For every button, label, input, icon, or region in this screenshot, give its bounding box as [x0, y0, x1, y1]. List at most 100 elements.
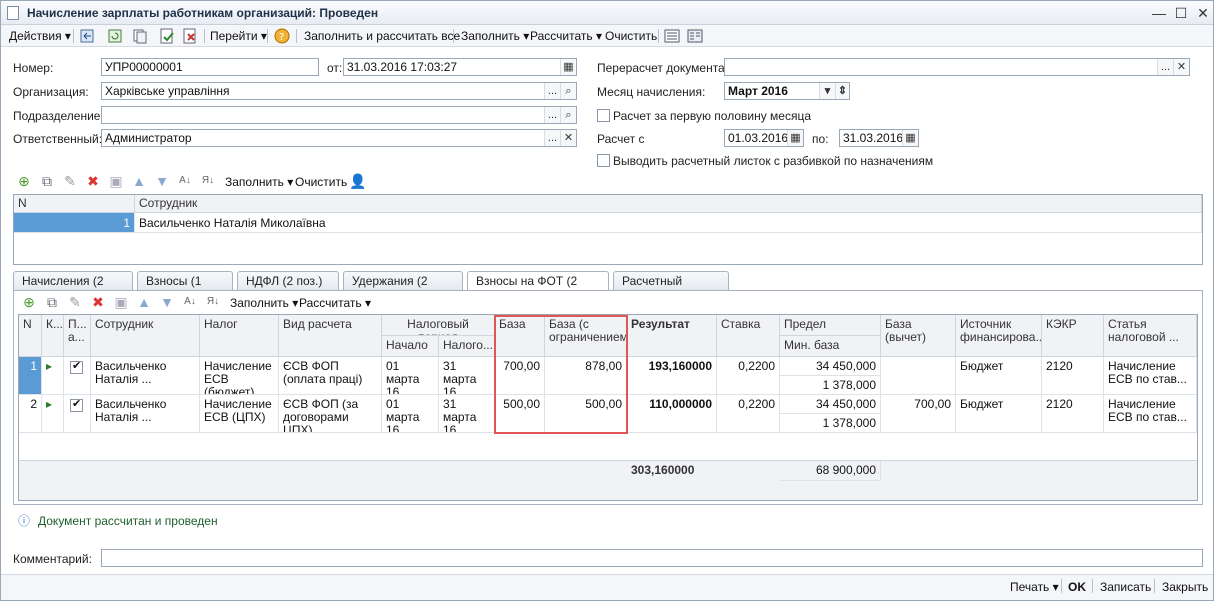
- organization-field[interactable]: Харківське управління... ⌕: [101, 82, 577, 100]
- structure-view-icon[interactable]: [687, 28, 703, 44]
- tab-payslip[interactable]: Расчетный листок: [613, 271, 729, 306]
- employees-table: N Сотрудник 1 Васильченко Наталія Микола…: [13, 194, 1203, 265]
- cell-article: Начисление ЕСВ по став...: [1104, 357, 1197, 395]
- refresh-icon[interactable]: [107, 28, 123, 44]
- period-from-field[interactable]: 01.03.2016 ▦: [724, 129, 804, 147]
- row-active-cell: [64, 395, 91, 433]
- highlight-box: [494, 315, 628, 434]
- minimize-button[interactable]: —: [1149, 3, 1169, 23]
- first-half-checkbox[interactable]: [597, 109, 610, 122]
- svg-text:?: ?: [279, 32, 284, 43]
- grid-calculate-menu[interactable]: Рассчитать ▾: [299, 295, 371, 311]
- calendar-icon[interactable]: ▦: [787, 130, 803, 146]
- close-button[interactable]: ✕: [1193, 3, 1213, 23]
- sort-asc-icon[interactable]: A↓: [182, 294, 198, 310]
- edit-icon[interactable]: ✎: [67, 294, 83, 310]
- save-button[interactable]: Записать: [1100, 579, 1151, 595]
- select-button[interactable]: ...: [544, 130, 560, 146]
- calculate-menu[interactable]: Рассчитать ▾: [530, 28, 602, 44]
- delete-icon[interactable]: ✖: [85, 173, 101, 189]
- post-document-icon[interactable]: [159, 28, 175, 44]
- calendar-icon[interactable]: ▦: [560, 59, 576, 75]
- employee-name: Васильченко Наталія Миколаївна: [135, 213, 1202, 233]
- col-header-employee: Сотрудник: [91, 315, 200, 357]
- payslip-breakdown-checkbox[interactable]: [597, 154, 610, 167]
- grid-fill-menu[interactable]: Заполнить ▾: [230, 295, 298, 311]
- col-header-min-base: Мин. база: [780, 336, 881, 357]
- sort-desc-icon[interactable]: Я↓: [205, 294, 221, 310]
- delete-icon[interactable]: ✖: [90, 294, 106, 310]
- department-label: Подразделение:: [13, 109, 104, 123]
- fill-menu[interactable]: Заполнить ▾: [461, 28, 529, 44]
- cell-article: Начисление ЕСВ по став...: [1104, 395, 1197, 433]
- select-button[interactable]: ...: [544, 83, 560, 99]
- chevron-down-icon[interactable]: ▾: [819, 83, 835, 99]
- row-active-checkbox[interactable]: [70, 360, 83, 374]
- help-icon[interactable]: ?: [274, 28, 290, 44]
- comment-field[interactable]: [101, 549, 1203, 567]
- calendar-icon[interactable]: ▦: [902, 130, 918, 146]
- responsible-field[interactable]: Администратор... ✕: [101, 129, 577, 147]
- cell-min-base: 1 378,000: [780, 414, 881, 433]
- list-view-icon[interactable]: [664, 28, 680, 44]
- move-up-icon[interactable]: ▲: [136, 294, 152, 310]
- emp-clear-button[interactable]: Очистить: [295, 174, 347, 190]
- go-label: Перейти: [210, 29, 258, 43]
- col-header-k: К...: [42, 315, 64, 357]
- recalc-field[interactable]: ... ✕: [724, 58, 1190, 76]
- date-field[interactable]: 31.03.2016 17:03:27 ▦: [343, 58, 577, 76]
- spinner-icon[interactable]: ⇕: [835, 83, 849, 99]
- tab-accruals[interactable]: Начисления (2 поз.): [13, 271, 133, 306]
- fill-calculate-all-button[interactable]: Заполнить и рассчитать все: [304, 28, 460, 44]
- period-to-value: 31.03.2016: [843, 131, 904, 145]
- copy-icon[interactable]: [132, 28, 148, 44]
- maximize-button[interactable]: ☐: [1171, 3, 1191, 23]
- tab-contributions[interactable]: Взносы (1 поз.): [137, 271, 233, 306]
- cell-tax: Начисление ЕСВ (ЦПХ): [200, 395, 279, 433]
- select-button[interactable]: ...: [544, 107, 560, 123]
- clear-x-icon[interactable]: ✕: [1173, 59, 1189, 75]
- tab-ndfl[interactable]: НДФЛ (2 поз.): [237, 271, 339, 290]
- copy-icon[interactable]: ⧉: [44, 294, 60, 310]
- edit-icon[interactable]: ✎: [62, 173, 78, 189]
- back-arrow-icon[interactable]: [79, 28, 95, 44]
- save-icon[interactable]: ▣: [108, 173, 124, 189]
- copy-icon[interactable]: ⧉: [39, 173, 55, 189]
- unpost-document-icon[interactable]: [182, 28, 198, 44]
- move-down-icon[interactable]: ▼: [154, 173, 170, 189]
- go-menu[interactable]: Перейти ▾: [210, 28, 267, 44]
- toolbar-separator: [453, 29, 454, 43]
- cell-result: 110,000000: [627, 395, 717, 433]
- clear-x-icon[interactable]: ✕: [560, 130, 576, 146]
- add-icon[interactable]: ⊕: [16, 173, 32, 189]
- ok-button[interactable]: OK: [1068, 579, 1086, 595]
- status-message: Документ рассчитан и проведен: [38, 514, 218, 528]
- tab-payroll-contributions[interactable]: Взносы на ФОТ (2 поз.): [467, 271, 609, 306]
- actions-menu[interactable]: Действия ▾: [9, 28, 71, 44]
- department-field[interactable]: ... ⌕: [101, 106, 577, 124]
- add-icon[interactable]: ⊕: [21, 294, 37, 310]
- sort-asc-icon[interactable]: A↓: [177, 173, 193, 189]
- period-to-field[interactable]: 31.03.2016 ▦: [839, 129, 919, 147]
- user-icon[interactable]: 👤: [349, 173, 366, 189]
- select-button[interactable]: ...: [1157, 59, 1173, 75]
- month-field[interactable]: Март 2016 ▾ ⇕: [724, 82, 850, 100]
- tab-deductions[interactable]: Удержания (2 поз.): [343, 271, 463, 306]
- close-form-button[interactable]: Закрыть: [1162, 579, 1208, 595]
- save-icon[interactable]: ▣: [113, 294, 129, 310]
- search-icon[interactable]: ⌕: [560, 107, 576, 123]
- move-down-icon[interactable]: ▼: [159, 294, 175, 310]
- grid-fill-label: Заполнить: [230, 296, 289, 310]
- emp-fill-menu[interactable]: Заполнить ▾: [225, 174, 293, 190]
- sort-desc-icon[interactable]: Я↓: [200, 173, 216, 189]
- col-header-base-deduction: База (вычет): [881, 315, 956, 357]
- bottom-bar: Печать ▾ OK Записать Закрыть: [1, 574, 1213, 600]
- main-toolbar: Действия ▾ Перейти ▾ ? Заполнить и рассч…: [1, 25, 1213, 47]
- cell-start: 01 марта 16: [382, 395, 439, 433]
- row-active-checkbox[interactable]: [70, 398, 83, 412]
- search-icon[interactable]: ⌕: [560, 83, 576, 99]
- number-field[interactable]: УПР00000001: [101, 58, 319, 76]
- print-menu[interactable]: Печать ▾: [1010, 579, 1059, 595]
- clear-button[interactable]: Очистить: [605, 28, 657, 44]
- move-up-icon[interactable]: ▲: [131, 173, 147, 189]
